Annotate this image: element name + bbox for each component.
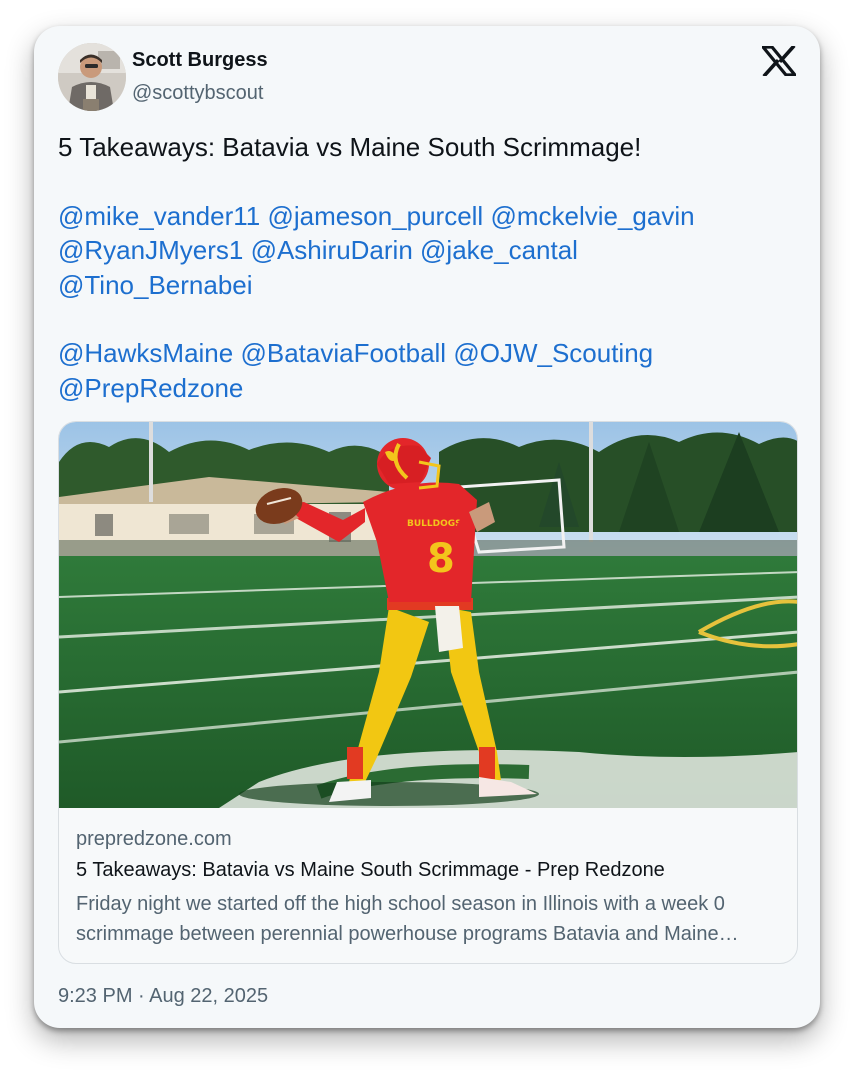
- tweet-card: Scott Burgess @scottybscout 5 Takeaways:…: [34, 26, 820, 1028]
- x-logo-icon[interactable]: [762, 46, 796, 76]
- mention-link[interactable]: @RyanJMyers1: [58, 235, 243, 265]
- mention-link[interactable]: @jake_cantal: [420, 235, 578, 265]
- tweet-timestamp[interactable]: 9:23 PM · Aug 22, 2025: [58, 985, 268, 1008]
- author-avatar[interactable]: [58, 43, 126, 111]
- tweet-text: 5 Takeaways: Batavia vs Maine South Scri…: [58, 130, 798, 405]
- mention-link[interactable]: @OJW_Scouting: [453, 338, 653, 368]
- mentions-group-2: @HawksMaine @BataviaFootball @OJW_Scouti…: [58, 336, 798, 405]
- link-domain[interactable]: prepredzone.com: [76, 828, 232, 851]
- link-preview-card[interactable]: 8 BULLDOGS prepredzone.com 5 Takeaways: …: [58, 421, 798, 964]
- mention-link[interactable]: @mckelvie_gavin: [490, 201, 694, 231]
- mention-line: @Tino_Bernabei: [58, 268, 798, 302]
- link-description: Friday night we started off the high sch…: [76, 893, 725, 945]
- mention-link[interactable]: @HawksMaine: [58, 338, 233, 368]
- mention-link[interactable]: @Tino_Bernabei: [58, 270, 253, 300]
- mention-link[interactable]: @AshiruDarin: [251, 235, 413, 265]
- jersey-number: 8: [427, 536, 455, 582]
- author-handle[interactable]: @scottybscout: [132, 82, 263, 105]
- football-quarterback-photo[interactable]: 8 BULLDOGS: [59, 422, 797, 808]
- jersey-text: BULLDOGS: [407, 519, 462, 529]
- mention-link[interactable]: @jameson_purcell: [267, 201, 483, 231]
- mention-line: @PrepRedzone: [58, 371, 798, 405]
- mention-line: @HawksMaine @BataviaFootball @OJW_Scouti…: [58, 336, 798, 370]
- author-display-name[interactable]: Scott Burgess: [132, 49, 268, 72]
- mention-link[interactable]: @mike_vander11: [58, 201, 260, 231]
- mentions-group-1: @mike_vander11 @jameson_purcell @mckelvi…: [58, 199, 798, 302]
- tweet-headline: 5 Takeaways: Batavia vs Maine South Scri…: [58, 132, 642, 162]
- link-title[interactable]: 5 Takeaways: Batavia vs Maine South Scri…: [76, 859, 665, 882]
- mention-link[interactable]: @BataviaFootball: [240, 338, 446, 368]
- mention-link[interactable]: @PrepRedzone: [58, 373, 243, 403]
- mention-line: @RyanJMyers1 @AshiruDarin @jake_cantal: [58, 233, 798, 267]
- mention-line: @mike_vander11 @jameson_purcell @mckelvi…: [58, 199, 798, 233]
